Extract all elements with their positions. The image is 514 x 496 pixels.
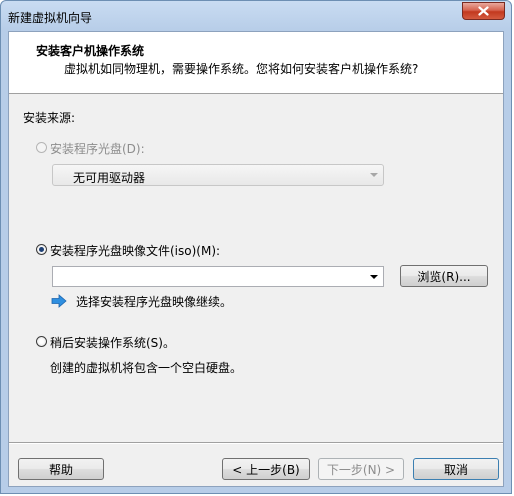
iso-image-label: 安装程序光盘映像文件(iso)(M):: [50, 244, 221, 258]
window-title: 新建虚拟机向导: [8, 11, 93, 25]
wizard-client-area: 安装客户机操作系统 虚拟机如同物理机，需要操作系统。您将如何安装客户机操作系统?…: [8, 31, 504, 487]
blue-arrow-right-icon: [51, 294, 67, 308]
browse-button[interactable]: 浏览(R)...: [400, 265, 488, 287]
close-button[interactable]: [462, 2, 505, 20]
drive-select-value: 无可用驱动器: [73, 171, 146, 185]
install-later-label: 稍后安装操作系统(S)。: [50, 336, 175, 350]
next-button[interactable]: 下一步(N) >: [318, 458, 404, 480]
page-title: 安装客户机操作系统: [36, 44, 145, 58]
back-button[interactable]: < 上一步(B): [222, 458, 310, 480]
footer-divider: [9, 442, 503, 444]
radio-installer-disc[interactable]: [36, 142, 47, 153]
install-source-label: 安装来源:: [23, 111, 76, 125]
help-button[interactable]: 帮助: [18, 458, 104, 480]
chevron-down-icon[interactable]: [370, 275, 378, 279]
cancel-button[interactable]: 取消: [413, 458, 499, 480]
installer-disc-label: 安装程序光盘(D):: [50, 142, 145, 156]
iso-hint-text: 选择安装程序光盘映像继续。: [76, 295, 233, 309]
install-later-description: 创建的虚拟机将包含一个空白硬盘。: [50, 361, 243, 375]
iso-path-combo[interactable]: [52, 266, 384, 287]
radio-iso-image[interactable]: [36, 244, 47, 255]
close-icon: [478, 6, 489, 16]
title-bar[interactable]: 新建虚拟机向导: [1, 1, 511, 31]
wizard-window: 新建虚拟机向导 安装客户机操作系统 虚拟机如同物理机，需要操作系统。您将如何安装…: [0, 0, 512, 494]
wizard-header: 安装客户机操作系统 虚拟机如同物理机，需要操作系统。您将如何安装客户机操作系统?: [9, 32, 503, 94]
radio-install-later[interactable]: [36, 336, 47, 347]
page-subtitle: 虚拟机如同物理机，需要操作系统。您将如何安装客户机操作系统?: [64, 62, 419, 76]
chevron-down-icon: [370, 173, 378, 177]
drive-select[interactable]: 无可用驱动器: [52, 164, 384, 186]
